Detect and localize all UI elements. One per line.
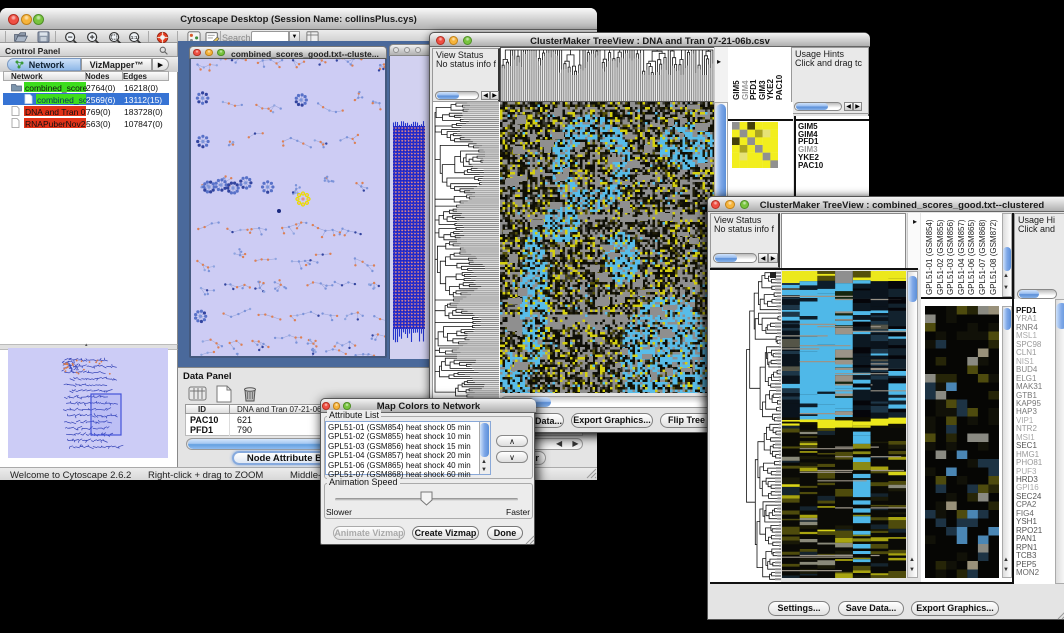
svg-text:1:1: 1:1	[131, 35, 138, 41]
